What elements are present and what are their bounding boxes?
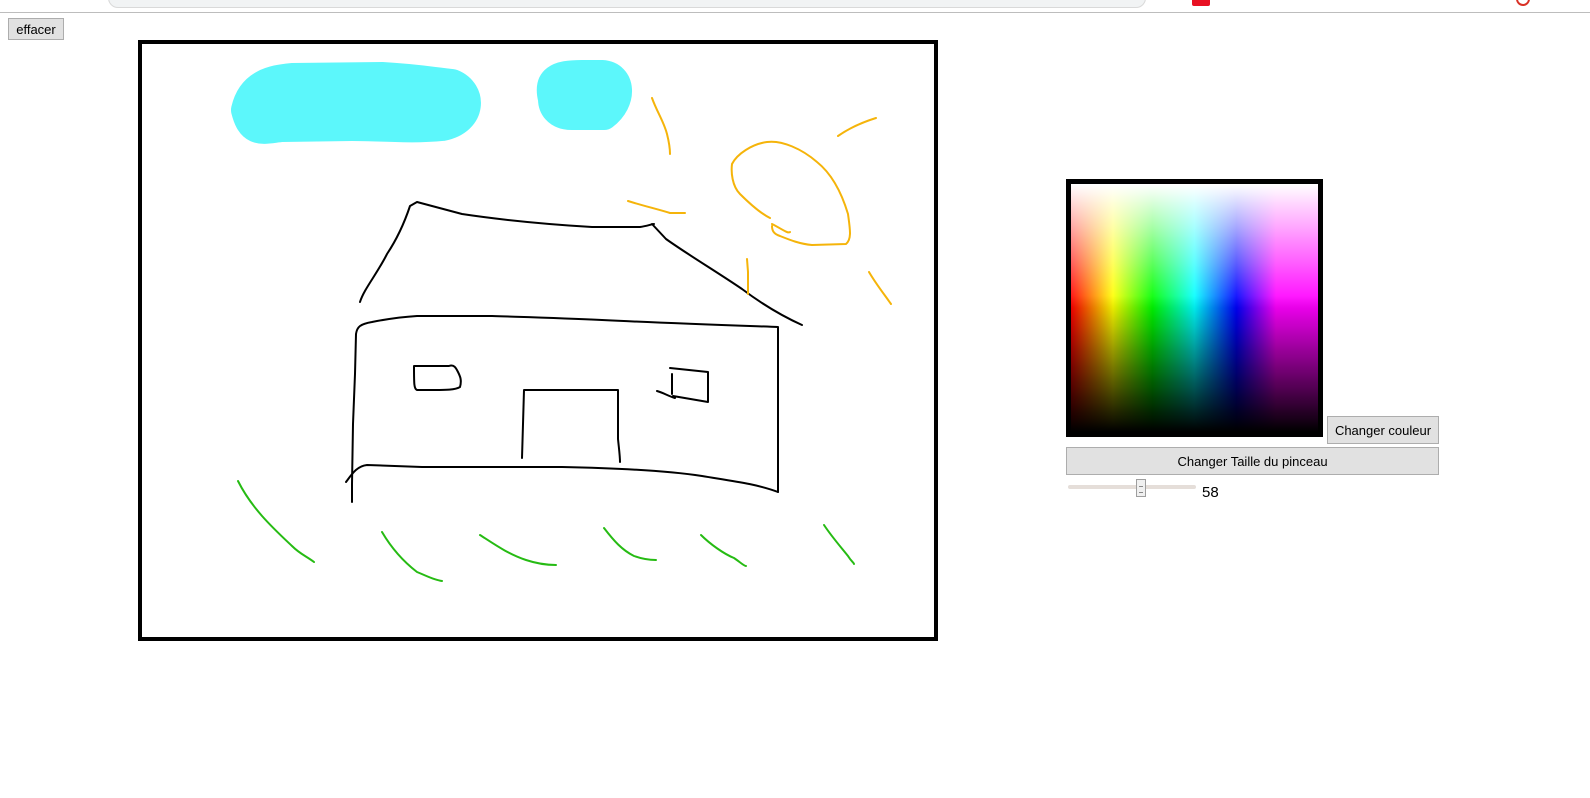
roof-right-stroke xyxy=(651,223,803,326)
drawing-canvas[interactable] xyxy=(138,40,938,641)
grass-blade-3 xyxy=(479,534,557,566)
brush-size-value: 58 xyxy=(1202,484,1219,501)
house-strokes xyxy=(345,201,803,503)
brush-size-slider[interactable] xyxy=(1068,479,1196,497)
sun-ray-3 xyxy=(627,200,686,214)
extension-badge-icon[interactable] xyxy=(1192,0,1210,6)
drawing-surface[interactable] xyxy=(142,44,934,637)
sun-circle-stroke xyxy=(730,140,851,246)
cloud-stroke-2 xyxy=(536,60,632,130)
color-picker-shade xyxy=(1071,184,1318,432)
roof-left-stroke xyxy=(359,201,655,303)
browser-top-strip xyxy=(0,0,1590,13)
window-left-stroke xyxy=(413,364,462,391)
grass-blade-5 xyxy=(700,534,747,567)
clear-button[interactable]: effacer xyxy=(8,18,64,40)
cloud-stroke-1 xyxy=(231,62,481,144)
color-picker[interactable] xyxy=(1066,179,1323,437)
change-brush-size-button[interactable]: Changer Taille du pinceau xyxy=(1066,447,1439,475)
grass-blade-4 xyxy=(603,527,657,561)
door-stroke xyxy=(521,389,621,463)
wall-left-stroke xyxy=(351,315,779,503)
sun-ray-1 xyxy=(651,97,671,155)
slider-thumb[interactable] xyxy=(1136,479,1147,497)
extension-circle-icon[interactable] xyxy=(1516,0,1530,6)
change-color-button[interactable]: Changer couleur xyxy=(1327,416,1439,444)
sun-ray-4 xyxy=(746,258,749,295)
grass-strokes xyxy=(237,480,855,582)
cloud-strokes xyxy=(231,60,632,144)
sun-ray-2 xyxy=(837,117,877,137)
grass-blade-1 xyxy=(237,480,315,563)
window-right-stroke xyxy=(656,367,709,403)
address-bar[interactable] xyxy=(108,0,1146,8)
slider-track[interactable] xyxy=(1068,485,1196,489)
sun-strokes xyxy=(627,97,892,305)
sun-ray-5 xyxy=(868,271,892,305)
floor-stroke xyxy=(345,464,779,493)
grass-blade-2 xyxy=(381,531,443,582)
grass-blade-6 xyxy=(823,524,855,565)
